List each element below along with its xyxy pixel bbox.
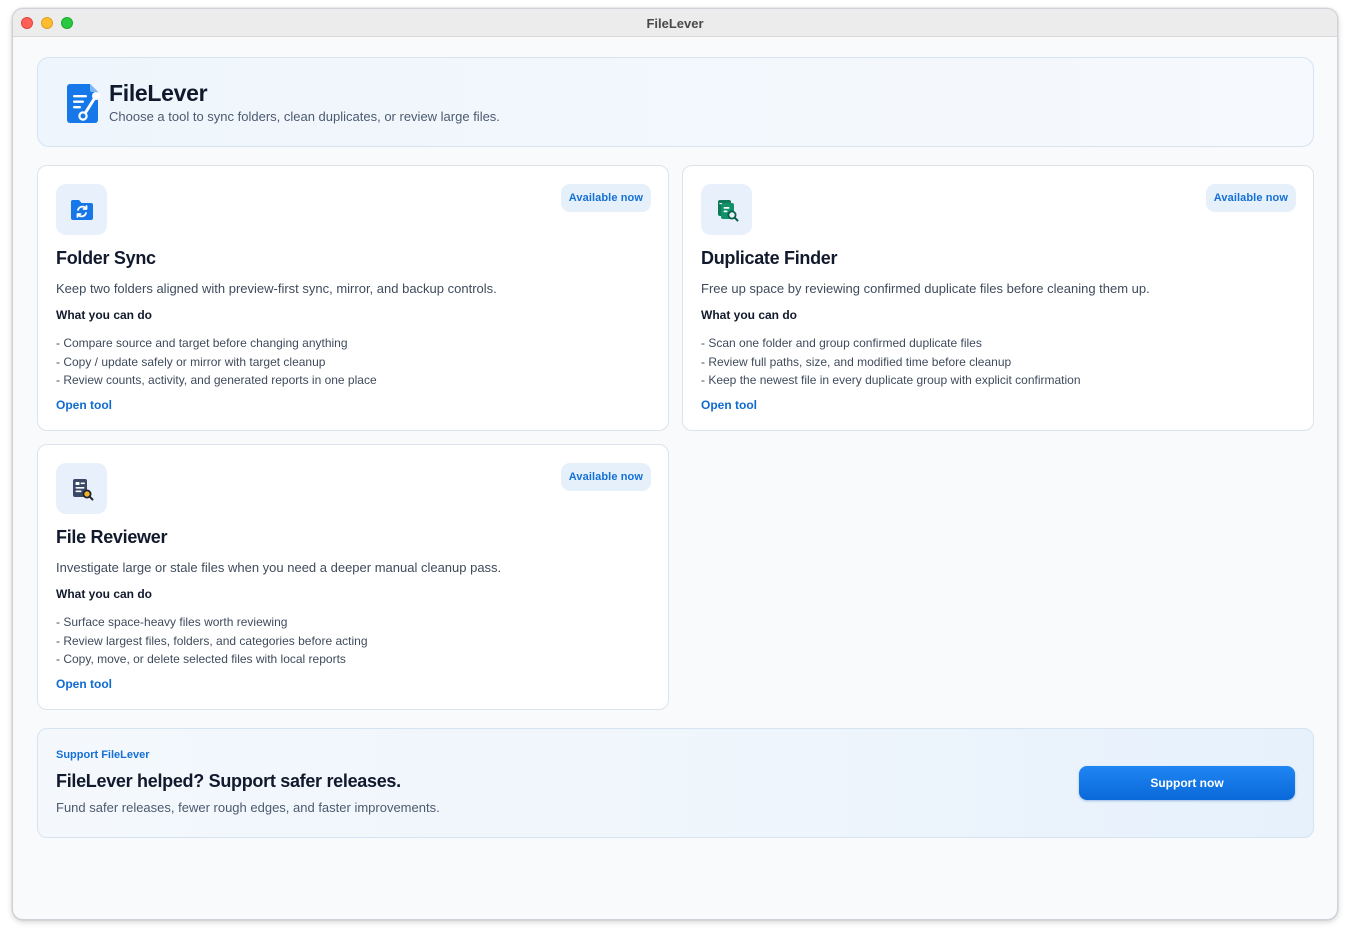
features-heading: What you can do	[701, 308, 797, 322]
support-banner: Support FileLever FileLever helped? Supp…	[37, 728, 1314, 838]
app-title: FileLever	[109, 80, 208, 106]
feature-list: - Scan one folder and group confirmed du…	[701, 334, 1081, 390]
tool-card-folder-sync[interactable]: Available now Folder Sync Keep two folde…	[37, 165, 669, 431]
feature-item: - Review full paths, size, and modified …	[701, 354, 1012, 369]
hero-header: FileLever Choose a tool to sync folders,…	[37, 57, 1314, 147]
tool-description: Keep two folders aligned with preview-fi…	[56, 281, 497, 296]
feature-item: - Review counts, activity, and generated…	[56, 373, 377, 388]
app-window: FileLever FileLever Choose a tool to syn…	[12, 8, 1338, 920]
tool-icon-tile	[701, 184, 752, 235]
feature-list: - Surface space-heavy files worth review…	[56, 613, 368, 669]
open-duplicate-finder-link[interactable]: Open tool	[701, 398, 757, 412]
support-title: FileLever helped? Support safer releases…	[56, 771, 401, 791]
status-badge: Available now	[560, 184, 651, 212]
feature-list: - Compare source and target before chang…	[56, 334, 377, 390]
tool-card-duplicate-finder[interactable]: Available now Duplicate Finder Free up s…	[682, 165, 1314, 431]
folder-sync-icon	[70, 199, 93, 220]
status-badge: Available now	[560, 463, 651, 491]
app-logo-icon	[67, 84, 100, 123]
app-subtitle: Choose a tool to sync folders, clean dup…	[109, 109, 500, 124]
tool-title: File Reviewer	[56, 527, 168, 547]
tool-icon-tile	[56, 463, 107, 514]
tool-title: Folder Sync	[56, 248, 156, 268]
tool-icon-tile	[56, 184, 107, 235]
support-now-button[interactable]: Support now	[1079, 766, 1295, 800]
support-subtitle: Fund safer releases, fewer rough edges, …	[56, 800, 440, 815]
feature-item: - Review largest files, folders, and cat…	[56, 633, 368, 648]
feature-item: - Surface space-heavy files worth review…	[56, 615, 288, 629]
tool-card-file-reviewer[interactable]: Available now File Reviewer Investigate …	[37, 444, 669, 710]
window-title: FileLever	[646, 16, 704, 31]
title-bar[interactable]: FileLever	[13, 9, 1337, 37]
feature-item: - Copy / update safely or mirror with ta…	[56, 354, 326, 369]
status-badge: Available now	[1205, 184, 1296, 212]
open-folder-sync-link[interactable]: Open tool	[56, 398, 112, 412]
feature-item: - Copy, move, or delete selected files w…	[56, 652, 346, 667]
feature-item: - Compare source and target before chang…	[56, 336, 348, 350]
tool-description: Investigate large or stale files when yo…	[56, 560, 502, 575]
tool-title: Duplicate Finder	[701, 248, 838, 268]
tool-description: Free up space by reviewing confirmed dup…	[701, 281, 1150, 296]
features-heading: What you can do	[56, 587, 152, 601]
main-content: FileLever Choose a tool to sync folders,…	[13, 38, 1337, 919]
features-heading: What you can do	[56, 308, 152, 322]
file-review-icon	[72, 478, 93, 500]
feature-item: - Keep the newest file in every duplicat…	[701, 373, 1081, 388]
duplicate-search-icon	[717, 199, 738, 221]
open-file-reviewer-link[interactable]: Open tool	[56, 677, 112, 691]
feature-item: - Scan one folder and group confirmed du…	[701, 336, 982, 350]
support-eyebrow: Support FileLever	[56, 749, 150, 761]
